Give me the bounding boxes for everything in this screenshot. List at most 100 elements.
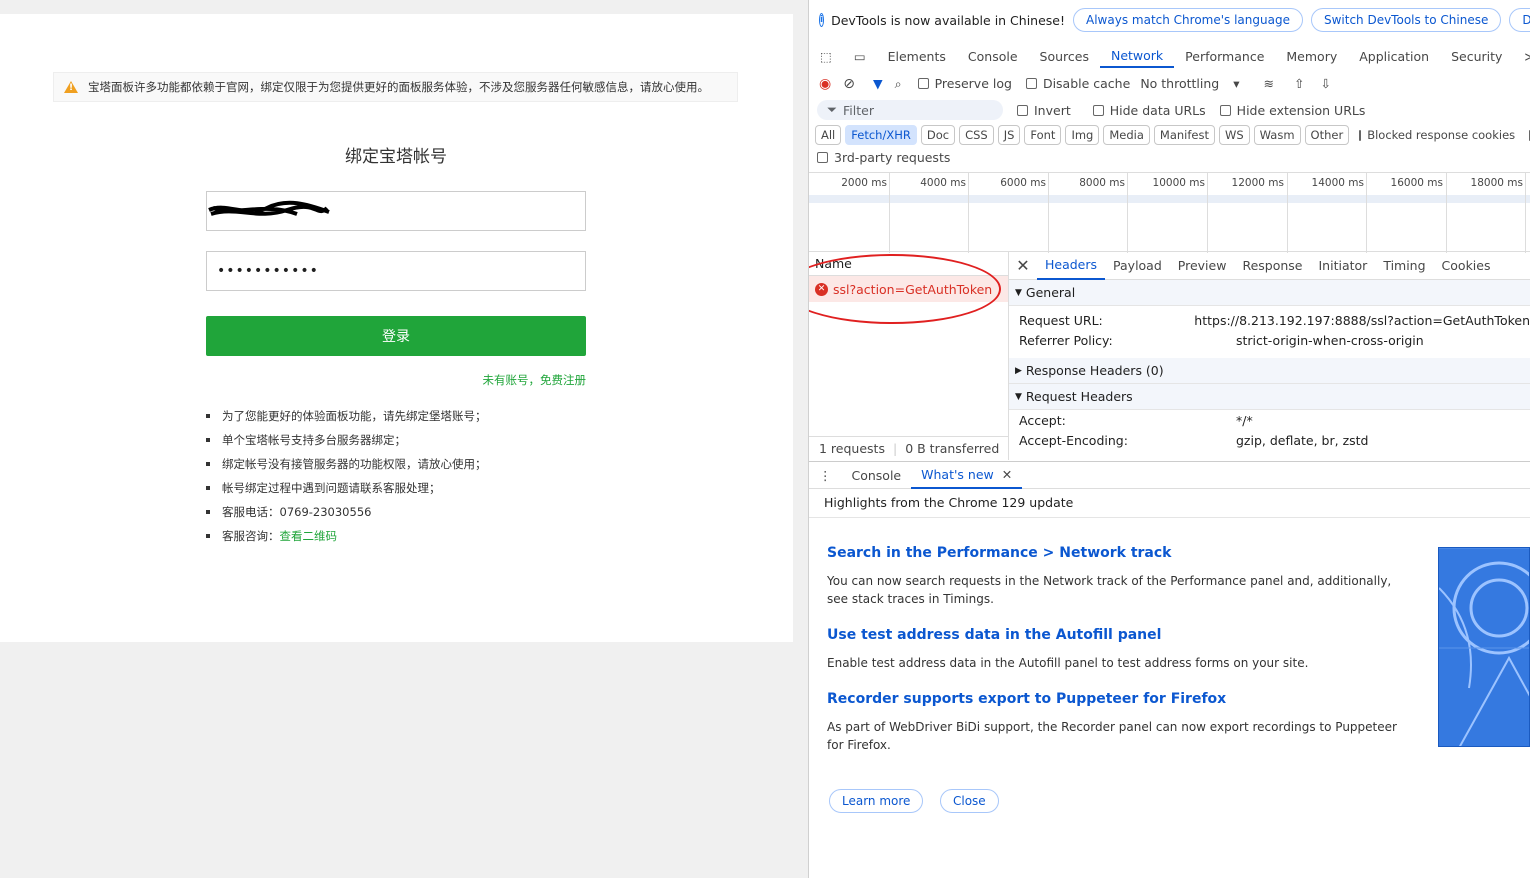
hide-data-urls-label: Hide data URLs [1109, 102, 1206, 118]
list-item: 为了您能更好的体验面板功能，请先绑定堡塔账号； [206, 404, 487, 428]
drawer-menu-icon[interactable]: ⋮ [809, 461, 842, 489]
list-item: 绑定帐号没有接管服务器的功能权限，请放心使用； [206, 452, 487, 476]
tab-network[interactable]: Network [1099, 44, 1175, 68]
drawer-tabs: ⋮ Console What's new ✕ [809, 461, 1530, 489]
close-icon[interactable]: ✕ [1002, 467, 1012, 482]
tab-elements[interactable]: Elements [877, 44, 957, 68]
switch-chinese-button[interactable]: Switch DevTools to Chinese [1310, 8, 1502, 32]
type-media[interactable]: Media [1103, 125, 1150, 145]
import-har-icon[interactable]: ⇧ [1294, 76, 1304, 91]
type-ws[interactable]: WS [1218, 125, 1250, 145]
close-icon[interactable]: ✕ [1009, 256, 1037, 275]
triangle-right-icon: ▶ [1015, 365, 1022, 376]
tab-performance[interactable]: Performance [1174, 44, 1275, 68]
type-img[interactable]: Img [1065, 125, 1100, 145]
timeline-tick [1525, 173, 1526, 253]
throttling-select[interactable]: No throttling [1140, 76, 1219, 91]
timeline-label: 10000 ms [1152, 177, 1205, 189]
more-tabs-icon[interactable]: ≫ [1513, 44, 1530, 68]
triangle-down-icon: ▼ [1015, 391, 1022, 402]
timeline-label: 8000 ms [1079, 177, 1125, 189]
login-button[interactable]: 登录 [206, 316, 586, 356]
highlights-heading: Highlights from the Chrome 129 update [809, 490, 1530, 518]
close-button[interactable]: Close [940, 789, 999, 813]
register-link[interactable]: 未有账号，免费注册 [206, 372, 587, 388]
article-body: You can now search requests in the Netwo… [827, 574, 1392, 606]
request-headers-section[interactable]: ▼ Request Headers [1009, 384, 1530, 410]
type-manifest[interactable]: Manifest [1153, 125, 1215, 145]
timeline-label: 2000 ms [841, 177, 887, 189]
qrcode-link[interactable]: 查看二维码 [280, 528, 338, 544]
tab-application[interactable]: Application [1348, 44, 1440, 68]
highlight-annotation [809, 254, 1001, 324]
type-wasm[interactable]: Wasm [1253, 125, 1301, 145]
tab-security[interactable]: Security [1440, 44, 1513, 68]
general-section[interactable]: ▼ General [1009, 280, 1530, 306]
filter-input[interactable]: ⏷ Filter [817, 100, 1003, 120]
blocked-cookies-checkbox[interactable] [1359, 129, 1362, 141]
timeline-tick [1366, 173, 1367, 253]
chevron-down-icon[interactable]: ▾ [1233, 76, 1239, 91]
device-toggle-icon[interactable]: ▭ [843, 44, 877, 68]
preserve-log-checkbox[interactable] [917, 78, 929, 89]
drawer-tab-whats-new[interactable]: What's new ✕ [911, 461, 1023, 489]
infobar-text: DevTools is now available in Chinese! [831, 12, 1066, 28]
inspect-icon[interactable]: ⬚ [809, 44, 843, 68]
tab-initiator[interactable]: Initiator [1311, 252, 1376, 280]
type-font[interactable]: Font [1024, 125, 1062, 145]
username-input[interactable] [206, 191, 586, 231]
invert-label: Invert [1034, 102, 1071, 118]
type-all[interactable]: All [815, 125, 842, 145]
timeline-label: 18000 ms [1470, 177, 1523, 189]
tab-memory[interactable]: Memory [1275, 44, 1348, 68]
search-icon[interactable]: ⌕ [895, 76, 902, 92]
invert-checkbox[interactable] [1017, 104, 1028, 116]
article-title[interactable]: Use test address data in the Autofill pa… [827, 627, 1407, 643]
referrer-policy-row: Referrer Policy: strict-origin-when-cros… [1009, 330, 1530, 350]
type-js[interactable]: JS [997, 125, 1021, 145]
record-icon[interactable]: ◉ [819, 76, 831, 92]
accept-value: */* [1236, 412, 1253, 428]
match-language-button[interactable]: Always match Chrome's language [1073, 8, 1303, 32]
filter-row: ⏷ Filter Invert Hide data URLs Hide exte… [809, 98, 1530, 122]
filter-placeholder: Filter [843, 102, 874, 118]
article: Use test address data in the Autofill pa… [827, 627, 1407, 672]
third-party-checkbox[interactable] [817, 152, 828, 163]
tab-console[interactable]: Console [957, 44, 1029, 68]
resource-type-filters: All Fetch/XHR Doc CSS JS Font Img Media … [815, 124, 1530, 146]
tab-headers[interactable]: Headers [1037, 252, 1106, 280]
tab-sources[interactable]: Sources [1029, 44, 1100, 68]
disable-cache-checkbox[interactable] [1025, 78, 1037, 89]
type-doc[interactable]: Doc [920, 125, 956, 145]
article-body: Enable test address data in the Autofill… [827, 656, 1309, 670]
drawer-tab-console[interactable]: Console [842, 461, 912, 489]
article-title[interactable]: Recorder supports export to Puppeteer fo… [827, 691, 1407, 707]
type-css[interactable]: CSS [959, 125, 994, 145]
tab-cookies[interactable]: Cookies [1434, 252, 1499, 280]
password-input[interactable]: ••••••••••• [206, 251, 586, 291]
tab-timing[interactable]: Timing [1375, 252, 1433, 280]
type-other[interactable]: Other [1304, 125, 1350, 145]
network-conditions-icon[interactable]: ≋ [1264, 76, 1274, 91]
article-title[interactable]: Search in the Performance > Network trac… [827, 545, 1407, 561]
clear-icon[interactable]: ⊘ [843, 76, 855, 92]
accept-row: Accept: */* [1009, 410, 1530, 430]
response-headers-section[interactable]: ▶ Response Headers (0) [1009, 358, 1530, 384]
consult-label: 客服咨询： [222, 529, 280, 543]
list-item: 客服电话：0769-23030556 [206, 500, 487, 524]
warning-banner: ! 宝塔面板许多功能都依赖于官网，绑定仅限于为您提供更好的面板服务体验，不涉及您… [53, 72, 738, 102]
hide-extension-urls-checkbox[interactable] [1219, 104, 1231, 116]
accept-key: Accept: [1019, 412, 1066, 428]
export-har-icon[interactable]: ⇩ [1320, 76, 1330, 91]
request-url-key: Request URL: [1019, 312, 1103, 328]
tab-response[interactable]: Response [1234, 252, 1310, 280]
learn-more-button[interactable]: Learn more [829, 789, 924, 813]
filter-icon[interactable]: ▼ [873, 76, 883, 91]
overview-track [809, 195, 1530, 203]
tab-preview[interactable]: Preview [1170, 252, 1235, 280]
dont-show-button[interactable]: Don't show [1509, 8, 1530, 32]
type-fetch-xhr[interactable]: Fetch/XHR [845, 125, 917, 145]
tab-payload[interactable]: Payload [1105, 252, 1170, 280]
hide-data-urls-checkbox[interactable] [1092, 104, 1104, 116]
detail-tabs: ✕ Headers Payload Preview Response Initi… [1009, 252, 1530, 280]
